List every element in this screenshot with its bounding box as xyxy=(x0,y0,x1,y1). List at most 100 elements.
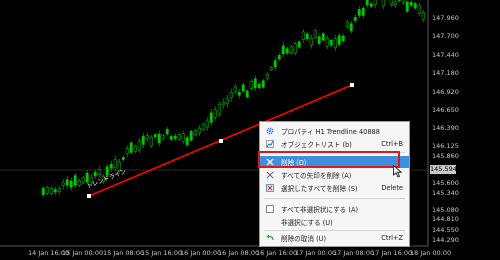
candle-body xyxy=(45,186,49,194)
candle-body xyxy=(189,130,193,141)
price-axis-label: 144.550 xyxy=(432,226,459,234)
chart-window[interactable]: 147.960 147.700 147.440 147.180 146.920 … xyxy=(0,0,500,260)
time-axis-label: 18 Jan 00:00 xyxy=(410,249,452,257)
candle-body xyxy=(65,179,69,186)
menu-item-label: 選択したすべてを削除 (S) xyxy=(281,185,358,193)
candle-body xyxy=(261,80,265,88)
trendline-anchor-start xyxy=(87,194,91,198)
menu-item-deselect-all[interactable]: すべて非選択状にする (A) xyxy=(260,203,409,215)
price-axis-label: 147.440 xyxy=(432,51,459,59)
price-chart[interactable] xyxy=(0,0,500,260)
current-price-label: 145.594 xyxy=(430,165,457,174)
price-axis-label: 147.960 xyxy=(432,14,459,22)
candle-body xyxy=(185,137,189,145)
candle-body xyxy=(121,157,125,160)
trendline-anchor-end xyxy=(350,83,354,87)
menu-item-shortcut: Ctrl+Z xyxy=(381,234,403,242)
candle-body xyxy=(353,16,357,21)
candle-body xyxy=(369,3,373,7)
menu-item-label: 削除の取消 (U) xyxy=(281,235,327,243)
time-axis-label: 17 Jan 08:00 xyxy=(333,249,375,257)
menu-item-undo-delete[interactable]: 削除の取消 (U) Ctrl+Z xyxy=(260,232,409,244)
candle-body xyxy=(77,180,81,186)
candle-body xyxy=(269,67,273,70)
candle-body xyxy=(41,188,45,195)
candle-body xyxy=(93,172,97,177)
candle-body xyxy=(217,104,221,115)
candle-body xyxy=(389,0,393,6)
candle-body xyxy=(125,148,129,154)
menu-separator xyxy=(264,230,405,231)
menu-item-label: すべての矢印を削除 (A) xyxy=(281,172,352,180)
candle-body xyxy=(349,23,353,31)
candle-body xyxy=(61,182,65,186)
price-axis-label: 146.650 xyxy=(432,106,459,114)
menu-item-delete-selected[interactable]: 選択したすべてを削除 (S) Delete xyxy=(260,182,409,194)
menu-item-properties[interactable]: プロパティ H1 Trendline 40888 xyxy=(260,125,409,137)
price-axis-label: 144.290 xyxy=(432,236,459,244)
time-axis-label: 15 Jan 16:00 xyxy=(141,249,183,257)
undo-icon xyxy=(266,234,274,242)
candle-body xyxy=(293,43,297,54)
menu-item-deselect[interactable]: 非選択にする (U) xyxy=(260,216,409,228)
candle-body xyxy=(161,135,165,139)
price-axis-label: 147.700 xyxy=(432,32,459,40)
candle-body xyxy=(257,84,261,88)
candle-body xyxy=(297,41,301,48)
time-axis-label: 17 Jan 16:00 xyxy=(371,249,413,257)
candle-body xyxy=(137,140,141,151)
candle-body xyxy=(317,36,321,44)
candle-body xyxy=(329,39,333,46)
candle-body xyxy=(421,11,425,20)
candle-body xyxy=(109,164,113,169)
menu-item-shortcut: Ctrl+B xyxy=(381,140,403,148)
menu-item-delete[interactable]: 削除 (D) xyxy=(260,156,409,168)
candle-body xyxy=(381,0,385,7)
candle-body xyxy=(141,135,145,145)
candle-body xyxy=(301,31,305,40)
time-axis-label: 15 Jan 00:00 xyxy=(62,249,104,257)
price-axis-label: 146.920 xyxy=(432,88,459,96)
candle-body xyxy=(213,109,217,118)
price-axis-label: 145.080 xyxy=(432,206,459,214)
candle-body xyxy=(249,80,253,89)
candle-body xyxy=(281,45,285,54)
candle-body xyxy=(197,127,201,134)
time-axis-label: 16 Jan 00:00 xyxy=(180,249,222,257)
price-axis-label: 145.860 xyxy=(432,152,459,160)
candle-body xyxy=(393,1,397,5)
candle-body xyxy=(133,145,137,152)
mouse-cursor-icon xyxy=(393,163,403,182)
candle-body xyxy=(265,74,269,79)
candle-body xyxy=(153,134,157,138)
time-axis-label: 16 Jan 16:00 xyxy=(256,249,298,257)
menu-item-delete-all-arrows[interactable]: すべての矢印を削除 (A) xyxy=(260,169,409,181)
candle-body xyxy=(245,90,249,98)
candle-body xyxy=(225,98,229,104)
candle-body xyxy=(97,169,101,175)
price-axis-label: 147.180 xyxy=(432,69,459,77)
candle-body xyxy=(325,38,329,47)
candle-body xyxy=(373,0,377,5)
candle-body xyxy=(333,38,337,49)
candle-body xyxy=(129,142,133,153)
candle-body xyxy=(405,1,409,12)
menu-item-label: プロパティ H1 Trendline 40888 xyxy=(281,128,380,136)
price-axis-label: 144.810 xyxy=(432,215,459,223)
delete-selected-icon xyxy=(266,184,274,192)
candle-body xyxy=(57,188,61,193)
candle-body xyxy=(181,133,185,142)
candle-body xyxy=(345,21,349,27)
menu-item-object-list[interactable]: オブジェクトリスト (b) Ctrl+B xyxy=(260,138,409,150)
candle-body xyxy=(145,135,149,140)
candle-body xyxy=(313,30,317,38)
candle-body xyxy=(361,7,365,16)
candle-body xyxy=(305,33,309,39)
candle-body xyxy=(401,0,405,3)
candle-body xyxy=(209,112,213,123)
candle-body xyxy=(277,54,281,60)
time-axis-label: 15 Jan 08:00 xyxy=(103,249,145,257)
candle-body xyxy=(177,133,181,140)
menu-separator xyxy=(264,198,405,199)
candle-body xyxy=(413,3,417,9)
